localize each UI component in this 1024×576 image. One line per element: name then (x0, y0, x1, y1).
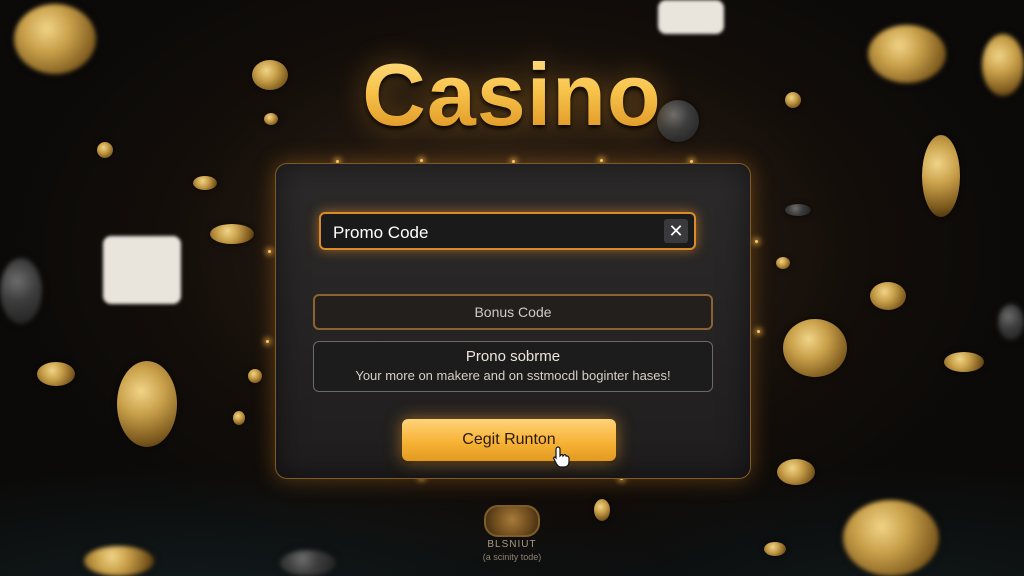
coin-decoration (210, 224, 254, 244)
coin-decoration (944, 352, 984, 372)
coin-decoration (117, 361, 177, 447)
page-title: Casino (0, 44, 1024, 146)
sparkle-decoration (757, 330, 760, 333)
coin-decoration (922, 135, 960, 217)
coin-decoration (233, 411, 245, 425)
coin-decoration (785, 204, 811, 216)
promo-info-title: Prono sobrme (465, 348, 561, 365)
coin-decoration (37, 362, 75, 386)
coin-decoration (0, 258, 42, 324)
logo-subtext: (a scinity tode) (482, 552, 542, 562)
coin-decoration (777, 459, 815, 485)
promo-info-box: Prono sobrme Your more on makere and on … (313, 341, 713, 392)
get-button[interactable]: Cegit Runton (402, 419, 616, 461)
dice-decoration (103, 236, 181, 304)
brand-logo (484, 505, 540, 537)
coin-decoration (843, 500, 939, 576)
bonus-code-input[interactable]: Bonus Code (313, 294, 713, 330)
coin-decoration (783, 319, 847, 377)
sparkle-decoration (600, 159, 603, 162)
dice-decoration (658, 0, 724, 34)
close-icon[interactable]: ✕ (664, 219, 688, 243)
promo-code-value[interactable]: Promo Code (333, 223, 428, 243)
hand-cursor-icon (552, 446, 570, 468)
sparkle-decoration (266, 340, 269, 343)
coin-decoration (193, 176, 217, 190)
coin-decoration (248, 369, 262, 383)
coin-decoration (776, 257, 790, 269)
promo-info-description: Your more on makere and on sstmocdl bogi… (355, 368, 671, 383)
sparkle-decoration (268, 250, 271, 253)
coin-decoration (998, 304, 1024, 340)
sparkle-decoration (420, 159, 423, 162)
coin-decoration (870, 282, 906, 310)
promo-code-input[interactable]: Promo Code ✕ (319, 212, 696, 250)
sparkle-decoration (755, 240, 758, 243)
logo-text: BLSNIUT (487, 539, 537, 550)
coin-decoration (594, 499, 610, 521)
